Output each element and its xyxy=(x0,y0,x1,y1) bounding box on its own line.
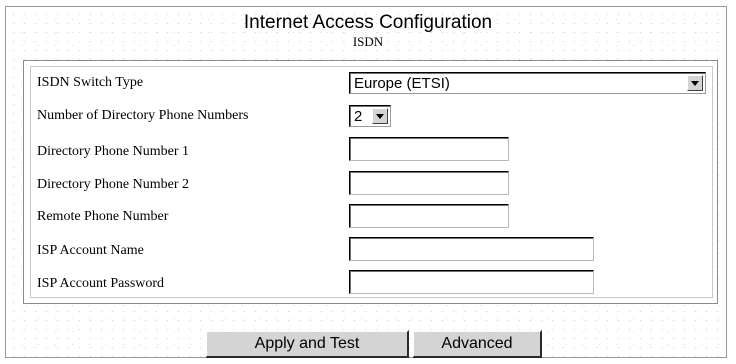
directory-phone-1-label: Directory Phone Number 1 xyxy=(37,144,190,159)
directory-count-select[interactable]: 2 xyxy=(349,105,391,127)
page-title: Internet Access Configuration xyxy=(243,12,493,33)
chevron-down-icon[interactable] xyxy=(687,75,703,91)
isdn-switch-type-label: ISDN Switch Type xyxy=(37,75,144,90)
directory-phone-1-input[interactable] xyxy=(349,137,509,161)
chevron-down-icon[interactable] xyxy=(372,108,388,124)
isp-account-password-label: ISP Account Password xyxy=(37,276,165,291)
directory-phone-2-input[interactable] xyxy=(349,171,509,195)
isp-account-password-input[interactable] xyxy=(349,270,594,294)
directory-phone-2-label: Directory Phone Number 2 xyxy=(37,177,190,192)
isp-account-name-label: ISP Account Name xyxy=(37,243,144,258)
isdn-switch-type-select[interactable]: Europe (ETSI) xyxy=(349,72,706,94)
remote-phone-input[interactable] xyxy=(349,204,509,228)
apply-and-test-button[interactable]: Apply and Test xyxy=(205,330,409,358)
page-subtitle: ISDN xyxy=(352,34,384,49)
isdn-switch-type-value: Europe (ETSI) xyxy=(354,75,450,92)
directory-count-value: 2 xyxy=(354,108,363,125)
remote-phone-label: Remote Phone Number xyxy=(37,209,169,224)
directory-count-label: Number of Directory Phone Numbers xyxy=(37,108,249,123)
isp-account-name-input[interactable] xyxy=(349,237,594,261)
advanced-button[interactable]: Advanced xyxy=(412,330,542,358)
